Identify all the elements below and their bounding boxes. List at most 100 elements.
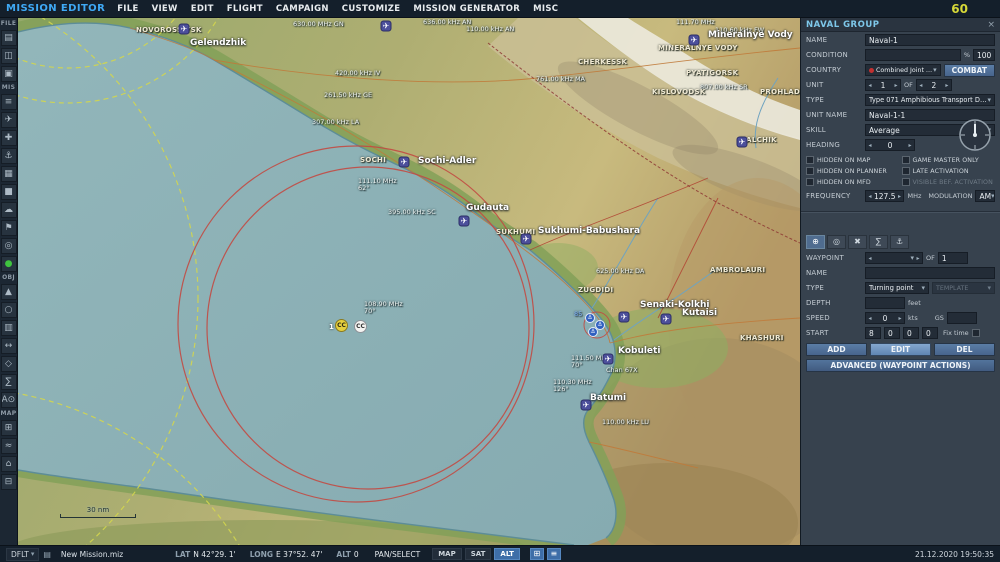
checkbox-box[interactable] bbox=[901, 178, 910, 186]
advanced-waypoint-actions-button[interactable]: ADVANCED (WAYPOINT ACTIONS) bbox=[806, 359, 995, 372]
open-mission-icon[interactable]: ◫ bbox=[0, 48, 17, 64]
vehicle-group-icon[interactable]: ▦ bbox=[0, 166, 17, 182]
stepper-right-icon[interactable]: ▸ bbox=[892, 82, 900, 89]
stepper-left-icon[interactable]: ◂ bbox=[866, 82, 874, 89]
wp-name-input[interactable] bbox=[865, 267, 995, 279]
start-min-input[interactable]: 0 bbox=[903, 327, 919, 339]
menu-item[interactable]: EDIT bbox=[191, 4, 214, 14]
layers-toggle-icon[interactable]: ≡ bbox=[546, 548, 561, 560]
stepper-right-icon[interactable]: ▸ bbox=[896, 315, 904, 322]
map-view-button[interactable]: ALT bbox=[494, 548, 520, 560]
checkbox-box[interactable] bbox=[901, 167, 910, 175]
group-name-input[interactable]: Naval-1 bbox=[865, 34, 995, 46]
panel-checkbox[interactable]: HIDDEN ON PLANNER bbox=[806, 166, 900, 176]
close-icon[interactable]: × bbox=[987, 20, 995, 30]
profile-dropdown[interactable]: DFLT ▾ bbox=[6, 547, 40, 561]
menu-item[interactable]: CUSTOMIZE bbox=[342, 4, 401, 14]
menu-item[interactable]: MISSION GENERATOR bbox=[413, 4, 520, 14]
menu-item[interactable]: VIEW bbox=[152, 4, 178, 14]
menu-item[interactable]: FLIGHT bbox=[227, 4, 263, 14]
combat-button[interactable]: COMBAT bbox=[943, 63, 995, 77]
stepper-right-icon[interactable]: ▸ bbox=[914, 255, 922, 262]
country-dropdown[interactable]: Combined Joint Task Forces ▾ bbox=[865, 64, 941, 76]
panel-checkbox[interactable]: HIDDEN ON MAP bbox=[806, 155, 900, 165]
grid-layer-icon[interactable]: ⊟ bbox=[0, 474, 17, 490]
aircraft-group-icon[interactable]: ✈ bbox=[0, 112, 17, 128]
stepper-left-icon[interactable]: ◂ bbox=[917, 82, 925, 89]
add-waypoint-button[interactable]: ADD bbox=[806, 343, 867, 356]
condition-input[interactable]: 100 bbox=[973, 49, 995, 61]
stepper-left-icon[interactable]: ◂ bbox=[866, 315, 874, 322]
roads-layer-icon[interactable]: ≈ bbox=[0, 438, 17, 454]
helicopter-group-icon[interactable]: ✚ bbox=[0, 130, 17, 146]
panel-checkbox[interactable]: LATE ACTIVATION bbox=[901, 166, 996, 176]
grid-toggle-icon[interactable]: ⊞ bbox=[529, 548, 544, 560]
stepper-left-icon[interactable]: ◂ bbox=[866, 142, 874, 149]
heading-dial[interactable] bbox=[958, 118, 992, 152]
del-waypoint-button[interactable]: DEL bbox=[934, 343, 995, 356]
label-tool-icon[interactable]: ◇ bbox=[0, 356, 17, 372]
stepper-right-icon[interactable]: ▸ bbox=[943, 82, 951, 89]
checkbox-box[interactable] bbox=[806, 178, 814, 186]
checkbox-box[interactable] bbox=[806, 156, 814, 164]
condition-slider[interactable] bbox=[865, 49, 961, 61]
static-object-icon[interactable]: ■ bbox=[0, 184, 17, 200]
checkbox-box[interactable] bbox=[901, 156, 910, 164]
briefing-icon[interactable]: ≡ bbox=[0, 94, 17, 110]
map-view-button[interactable]: SAT bbox=[464, 548, 492, 560]
fix-time-checkbox[interactable] bbox=[971, 329, 980, 337]
panel-checkbox[interactable]: GAME MASTER ONLY bbox=[901, 155, 996, 165]
measure-tool-icon[interactable]: ↔ bbox=[0, 338, 17, 354]
stepper-left-icon[interactable]: ◂ bbox=[866, 193, 874, 200]
frequency-stepper[interactable]: ◂ 127.5 ▸ bbox=[865, 190, 905, 202]
speed-stepper[interactable]: ◂ 0 ▸ bbox=[865, 312, 905, 324]
select-tool-icon[interactable]: ▲ bbox=[0, 284, 17, 300]
aod-tool-icon[interactable]: A⊙D bbox=[0, 392, 17, 408]
heading-stepper[interactable]: ◂ 0 ▸ bbox=[865, 139, 915, 151]
ship-unit-icon[interactable]: ⚓ bbox=[585, 313, 595, 323]
coalition-indicator-icon[interactable]: ● bbox=[0, 256, 17, 272]
orbit-mode-icon[interactable]: ◎ bbox=[827, 235, 846, 249]
cursor-mode[interactable]: PAN/SELECT bbox=[375, 550, 421, 559]
triggers-icon[interactable]: ⚑ bbox=[0, 220, 17, 236]
start-hour-input[interactable]: 0 bbox=[884, 327, 900, 339]
checkbox-box[interactable] bbox=[806, 167, 814, 175]
stepper-left-icon[interactable]: ◂ bbox=[866, 255, 874, 262]
depth-input[interactable] bbox=[865, 297, 905, 309]
route-mode-icon[interactable]: ⊕ bbox=[806, 235, 825, 249]
weather-icon[interactable]: ☁ bbox=[0, 202, 17, 218]
map-viewport[interactable]: 630.00 MHz GN 636.00 kHz AN 110.00 kHz AN 1… bbox=[18, 18, 800, 545]
anchor-mode-icon[interactable]: ⚓ bbox=[890, 235, 909, 249]
cut-route-icon[interactable]: ✖ bbox=[848, 235, 867, 249]
unit-type-dropdown[interactable]: Type 071 Amphibious Transport Dock ▾ bbox=[865, 94, 995, 106]
stepper-right-icon[interactable]: ▸ bbox=[895, 193, 903, 200]
wp-type-dropdown[interactable]: Turning point ▾ bbox=[865, 282, 929, 294]
template-tool-icon[interactable]: ▥ bbox=[0, 320, 17, 336]
waypoint-selector[interactable]: ◂ ▾ ▸ bbox=[865, 252, 923, 264]
stats-tool-icon[interactable]: ∑ bbox=[0, 374, 17, 390]
start-day-input[interactable]: 8 bbox=[865, 327, 881, 339]
route-info-icon[interactable]: ∑ bbox=[869, 235, 888, 249]
zone-tool-icon[interactable]: ○ bbox=[0, 302, 17, 318]
ship-unit-icon[interactable]: ⚓ bbox=[588, 327, 598, 337]
unit-count-stepper[interactable]: ◂ 2 ▸ bbox=[915, 79, 952, 91]
map-layers-icon[interactable]: ⊞ bbox=[0, 420, 17, 436]
naval-group-icon-blue-coalition[interactable]: 1 CC bbox=[329, 319, 348, 332]
panel-checkbox[interactable]: HIDDEN ON MFD bbox=[806, 177, 900, 187]
edit-waypoint-button[interactable]: EDIT bbox=[870, 343, 931, 356]
modulation-dropdown[interactable]: AM ▾ bbox=[975, 190, 995, 202]
towns-layer-icon[interactable]: ⌂ bbox=[0, 456, 17, 472]
unit-index-stepper[interactable]: ◂ 1 ▸ bbox=[865, 79, 901, 91]
map-view-button[interactable]: MAP bbox=[432, 548, 462, 560]
new-mission-icon[interactable]: ▤ bbox=[0, 30, 17, 46]
ship-group-icon[interactable]: ⚓ bbox=[0, 148, 17, 164]
start-sec-input[interactable]: 0 bbox=[922, 327, 938, 339]
panel-checkbox[interactable]: VISIBLE BEF. ACTIVATION bbox=[901, 177, 996, 187]
menu-item[interactable]: CAMPAIGN bbox=[276, 4, 329, 14]
bullseye-icon[interactable]: ◎ bbox=[0, 238, 17, 254]
template-dropdown[interactable]: TEMPLATE ▾ bbox=[932, 282, 995, 294]
stepper-right-icon[interactable]: ▸ bbox=[906, 142, 914, 149]
menu-item[interactable]: MISC bbox=[533, 4, 558, 14]
menu-item[interactable]: FILE bbox=[117, 4, 138, 14]
save-mission-icon[interactable]: ▣ bbox=[0, 66, 17, 82]
